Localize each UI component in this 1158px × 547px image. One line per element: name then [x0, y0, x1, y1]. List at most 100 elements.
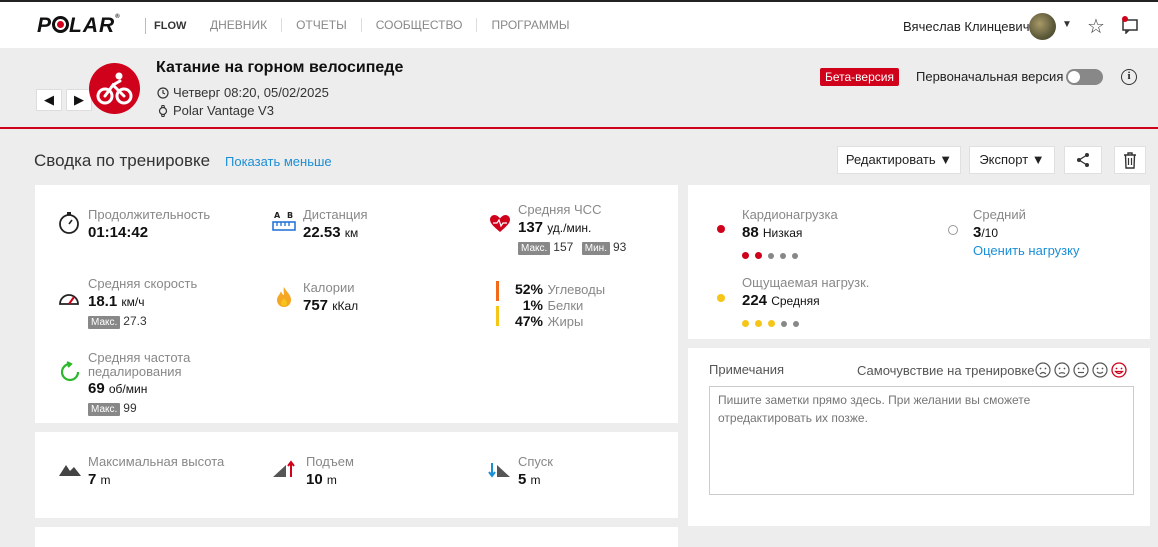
calories-unit: кКал — [332, 299, 359, 313]
perceived-load-dots — [742, 314, 869, 327]
info-icon[interactable]: i — [1121, 69, 1137, 85]
avg-speed-label: Средняя скорость — [88, 276, 198, 291]
nav-item-reports[interactable]: ОТЧЕТЫ — [282, 18, 362, 32]
star-icon[interactable]: ☆ — [1087, 14, 1105, 39]
ascent-metric: Подъем 10 m — [306, 455, 354, 489]
cardio-load-metric[interactable]: Кардионагрузка 88 Низкая — [742, 207, 838, 259]
clock-icon — [157, 86, 169, 99]
average-indicator-circle — [948, 225, 958, 235]
share-button[interactable] — [1064, 146, 1102, 174]
avatar[interactable] — [1029, 13, 1056, 40]
flame-icon — [277, 287, 291, 307]
duration-metric: Продолжительность 01:14:42 — [88, 208, 210, 242]
distance-unit: км — [344, 226, 359, 240]
ascent-icon — [273, 460, 295, 477]
main-menu: ДНЕВНИК ОТЧЕТЫ СООБЩЕСТВО ПРОГРАММЫ — [196, 18, 584, 32]
training-title: Катание на горном велосипеде — [156, 59, 404, 76]
cadence-value: 69 — [88, 380, 105, 397]
notification-icon[interactable] — [1120, 16, 1140, 34]
svg-text:A: A — [274, 211, 281, 220]
top-navigation: P LAR® FLOW ДНЕВНИК ОТЧЕТЫ СООБЩЕСТВО ПРО… — [0, 0, 1158, 48]
ascent-unit: m — [326, 473, 337, 487]
load-dot — [742, 320, 749, 327]
avg-hr-label: Средняя ЧСС — [518, 202, 602, 217]
very-sad-face-icon[interactable] — [1035, 362, 1051, 378]
speed-max-value: 27.3 — [123, 314, 147, 328]
cardio-load-dots — [742, 246, 838, 259]
show-less-link[interactable]: Показать меньше — [225, 154, 332, 169]
mountain-icon — [59, 465, 81, 476]
load-dot — [768, 253, 774, 259]
max-altitude-unit: m — [100, 473, 111, 487]
calories-value: 757 — [303, 297, 329, 314]
rate-load-link[interactable]: Оценить нагрузку — [973, 243, 1079, 258]
heart-icon — [490, 215, 510, 232]
fat-label: Жиры — [547, 314, 584, 329]
perceived-load-value: 224 — [742, 292, 768, 309]
avg-speed-unit: км/ч — [121, 295, 145, 309]
feeling-label: Самочувствие на тренировке — [857, 363, 1035, 378]
cardio-load-label: Кардионагрузка — [742, 207, 838, 222]
perceived-load-metric[interactable]: Ощущаемая нагрузк. 224 Средняя — [742, 275, 870, 327]
distance-label: Дистанция — [303, 207, 368, 222]
perceived-indicator-dot — [717, 294, 725, 302]
trash-icon — [1124, 152, 1136, 169]
prev-arrow-button[interactable]: ◀ — [36, 89, 62, 111]
avg-hr-unit: уд./мин. — [547, 221, 592, 235]
watch-icon — [158, 104, 168, 117]
load-dot — [780, 253, 786, 259]
descent-unit: m — [530, 473, 541, 487]
load-dot — [742, 252, 749, 259]
calories-label: Калории — [303, 280, 355, 295]
user-name[interactable]: Вячеслав Клинцевич — [903, 19, 1029, 34]
nav-item-community[interactable]: СООБЩЕСТВО — [362, 18, 478, 32]
edit-button[interactable]: Редактировать ▼ — [837, 146, 961, 174]
ascent-label: Подъем — [306, 454, 354, 469]
original-version-toggle[interactable] — [1066, 69, 1103, 85]
very-happy-face-icon[interactable] — [1111, 362, 1127, 378]
energy-sources: 52% Углеводы 1% Белки 47% Жиры — [505, 280, 615, 329]
training-device: Polar Vantage V3 — [157, 103, 274, 118]
average-suffix: /10 — [981, 226, 999, 240]
nav-item-programs[interactable]: ПРОГРАММЫ — [477, 18, 583, 32]
feeling-faces — [1035, 362, 1127, 378]
duration-label: Продолжительность — [88, 207, 211, 222]
calories-metric: Калории 757 кКал — [303, 281, 358, 315]
chevron-down-icon[interactable]: ▼ — [1062, 19, 1072, 30]
descent-icon — [488, 463, 510, 478]
nav-item-diary[interactable]: ДНЕВНИК — [196, 18, 283, 32]
load-dot — [755, 252, 762, 259]
notes-input[interactable] — [709, 386, 1134, 495]
load-dot — [768, 320, 775, 327]
cadence-label-1: Средняя частота — [88, 350, 191, 365]
max-altitude-label: Максимальная высота — [88, 454, 225, 469]
share-icon — [1077, 153, 1089, 167]
average-label: Средний — [973, 207, 1026, 222]
fat-pct: 47% — [514, 313, 543, 329]
perceived-load-text: Средняя — [771, 294, 820, 308]
datetime-text: Четверг 08:20, 05/02/2025 — [173, 85, 329, 100]
avg-speed-value: 18.1 — [88, 293, 118, 310]
export-button[interactable]: Экспорт ▼ — [969, 146, 1055, 174]
load-dot — [792, 253, 798, 259]
notes-label: Примечания — [709, 362, 785, 377]
happy-face-icon[interactable] — [1092, 362, 1108, 378]
distance-icon: AB — [272, 211, 296, 231]
speedometer-icon — [59, 294, 79, 305]
cadence-unit: об/мин — [108, 382, 148, 396]
cadence-icon — [60, 361, 80, 382]
load-dot — [793, 321, 799, 327]
neutral-face-icon[interactable] — [1073, 362, 1089, 378]
speed-max-badge: Макс. — [88, 316, 121, 329]
polar-logo[interactable]: P LAR® — [37, 14, 121, 38]
beta-badge: Бета-версия — [820, 68, 899, 86]
descent-value: 5 — [518, 471, 527, 488]
perceived-load-label: Ощущаемая нагрузк. — [742, 275, 870, 290]
ascent-value: 10 — [306, 471, 323, 488]
carbs-label: Углеводы — [547, 282, 606, 297]
svg-text:B: B — [287, 211, 293, 220]
bike-icon — [89, 63, 140, 114]
delete-button[interactable] — [1114, 146, 1146, 174]
sad-face-icon[interactable] — [1054, 362, 1070, 378]
load-dot — [781, 321, 787, 327]
